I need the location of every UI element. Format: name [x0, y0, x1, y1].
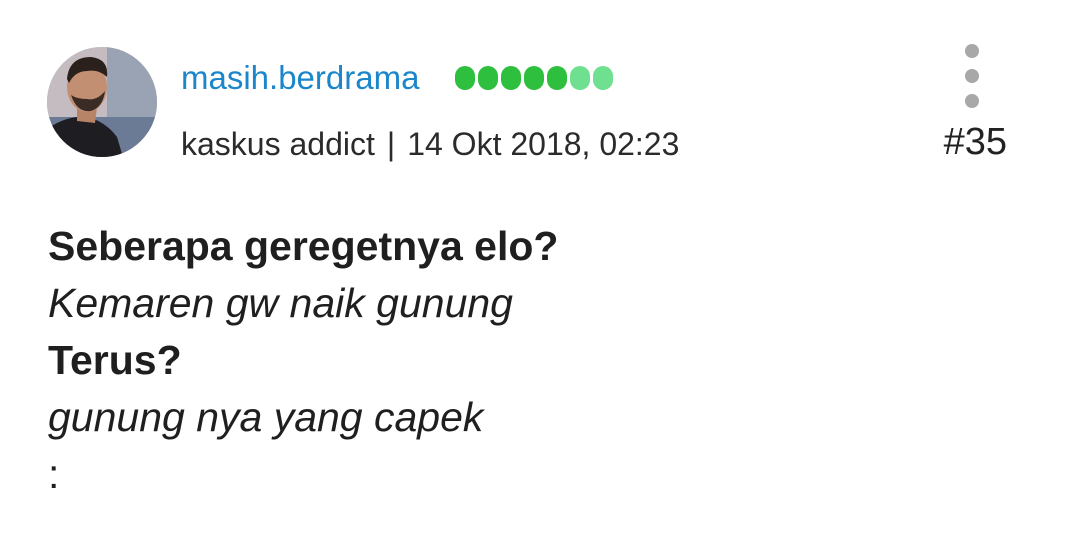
reputation-dot [455, 66, 475, 90]
avatar[interactable] [47, 47, 157, 157]
reputation-indicator [455, 66, 613, 90]
menu-dot [965, 44, 979, 58]
post-content-line: : [48, 451, 60, 497]
user-rank: kaskus addict [181, 126, 375, 162]
reputation-dot [501, 66, 521, 90]
post-content-line: Terus? [48, 337, 182, 383]
post-content-line: gunung nya yang capek [48, 394, 484, 440]
reputation-dot [524, 66, 544, 90]
forum-post: masih.berdrama kaskus addict | 14 Okt 2018… [0, 0, 1080, 549]
username[interactable]: masih.berdrama [181, 58, 419, 98]
post-content: Seberapa geregetnya elo? Kemaren gw naik … [48, 218, 1028, 503]
post-timestamp: 14 Okt 2018, 02:23 [407, 126, 680, 162]
post-number[interactable]: #35 [944, 120, 1007, 164]
post-content-line: Kemaren gw naik gunung [48, 280, 513, 326]
reputation-dot [547, 66, 567, 90]
meta-separator: | [386, 126, 396, 162]
reputation-dot [593, 66, 613, 90]
post-content-line: Seberapa geregetnya elo? [48, 223, 559, 269]
menu-dot [965, 69, 979, 83]
avatar-image [47, 47, 157, 157]
reputation-dot [478, 66, 498, 90]
post-meta: kaskus addict | 14 Okt 2018, 02:23 [181, 124, 679, 164]
reputation-dot [570, 66, 590, 90]
vertical-ellipsis-icon[interactable] [958, 44, 986, 108]
menu-dot [965, 94, 979, 108]
